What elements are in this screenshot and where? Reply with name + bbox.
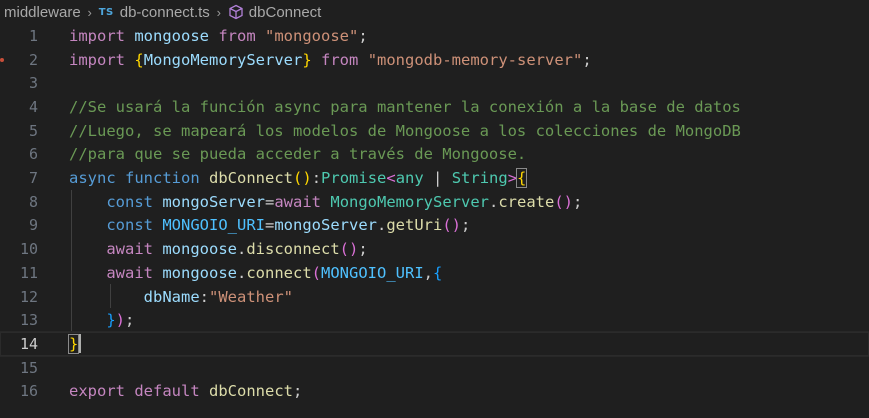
line-number: 13 xyxy=(19,311,38,330)
code-line-16[interactable]: 16 export default dbConnect; xyxy=(0,380,869,404)
line-content: await mongoose.disconnect(); xyxy=(106,240,368,259)
matched-bracket: } xyxy=(67,334,80,355)
comment: //Se usará la función async para mantene… xyxy=(69,97,741,116)
line-content: import mongoose from "mongoose"; xyxy=(69,26,368,45)
line-number: 12 xyxy=(19,287,38,306)
line-number: 1 xyxy=(28,26,38,45)
breadcrumb: middleware › TS db-connect.ts › dbConnec… xyxy=(0,0,869,24)
line-number: 2 xyxy=(28,50,38,69)
line-number: 8 xyxy=(28,192,38,211)
line-content: }); xyxy=(106,311,135,330)
code-line-13[interactable]: 13 }); xyxy=(0,308,869,332)
line-content: async function dbConnect():Promise<any |… xyxy=(69,168,528,189)
line-content: export default dbConnect; xyxy=(69,382,303,401)
code-line-15[interactable]: 15 xyxy=(0,356,869,380)
code-line-7[interactable]: 7 async function dbConnect():Promise<any… xyxy=(0,166,869,190)
breadcrumb-file[interactable]: TS db-connect.ts xyxy=(99,4,210,21)
typescript-file-icon: TS xyxy=(98,6,114,18)
comment: //para que se pueda acceder a través de … xyxy=(69,145,527,164)
matched-bracket: { xyxy=(516,168,528,189)
code-line-4[interactable]: 4 //Se usará la función async para mante… xyxy=(0,95,869,119)
line-content: import {MongoMemoryServer} from "mongodb… xyxy=(69,50,592,69)
code-line-2[interactable]: 2 import {MongoMemoryServer} from "mongo… xyxy=(0,48,869,72)
breadcrumb-file-label: db-connect.ts xyxy=(119,3,210,21)
code-line-6[interactable]: 6 //para que se pueda acceder a través d… xyxy=(0,143,869,167)
breadcrumb-symbol[interactable]: dbConnect xyxy=(228,3,322,21)
line-number: 5 xyxy=(28,121,38,140)
code-line-10[interactable]: 10 await mongoose.disconnect(); xyxy=(0,237,869,261)
code-line-8[interactable]: 8 const mongoServer=await MongoMemorySer… xyxy=(0,190,869,214)
text-cursor xyxy=(79,334,82,354)
line-number: 16 xyxy=(19,382,38,401)
line-number: 3 xyxy=(28,74,38,93)
line-number: 11 xyxy=(19,263,38,282)
code-line-5[interactable]: 5 //Luego, se mapeará los modelos de Mon… xyxy=(0,119,869,143)
breadcrumb-symbol-label: dbConnect xyxy=(248,3,322,21)
line-number: 6 xyxy=(28,145,38,164)
code-line-1[interactable]: 1 import mongoose from "mongoose"; xyxy=(0,24,869,48)
code-line-11[interactable]: 11 await mongoose.connect(MONGOIO_URI,{ xyxy=(0,261,869,285)
code-line-12[interactable]: 12 dbName:"Weather" xyxy=(0,285,869,309)
line-content: } xyxy=(67,334,82,355)
code-editor[interactable]: 1 import mongoose from "mongoose"; 2 imp… xyxy=(0,24,869,418)
line-content: await mongoose.connect(MONGOIO_URI,{ xyxy=(106,263,443,282)
line-number: 9 xyxy=(28,216,38,235)
line-content: dbName:"Weather" xyxy=(143,287,293,306)
line-number: 7 xyxy=(28,169,38,188)
line-number: 15 xyxy=(19,358,38,377)
line-content: const mongoServer=await MongoMemoryServe… xyxy=(106,192,583,211)
code-line-3[interactable]: 3 xyxy=(0,71,869,95)
line-content: const MONGOIO_URI=mongoServer.getUri(); xyxy=(106,216,471,235)
line-number: 4 xyxy=(28,97,38,116)
breadcrumb-folder[interactable]: middleware xyxy=(0,4,81,21)
code-line-14-current[interactable]: 14 } xyxy=(0,331,869,357)
breakpoint-marker[interactable] xyxy=(0,57,4,62)
line-number: 14 xyxy=(19,334,38,353)
chevron-right-icon: › xyxy=(87,4,92,20)
chevron-right-icon: › xyxy=(216,4,221,20)
code-line-9[interactable]: 9 const MONGOIO_URI=mongoServer.getUri()… xyxy=(0,214,869,238)
line-number: 10 xyxy=(19,240,38,259)
comment: //Luego, se mapeará los modelos de Mongo… xyxy=(69,121,741,140)
symbol-method-icon xyxy=(229,4,243,20)
